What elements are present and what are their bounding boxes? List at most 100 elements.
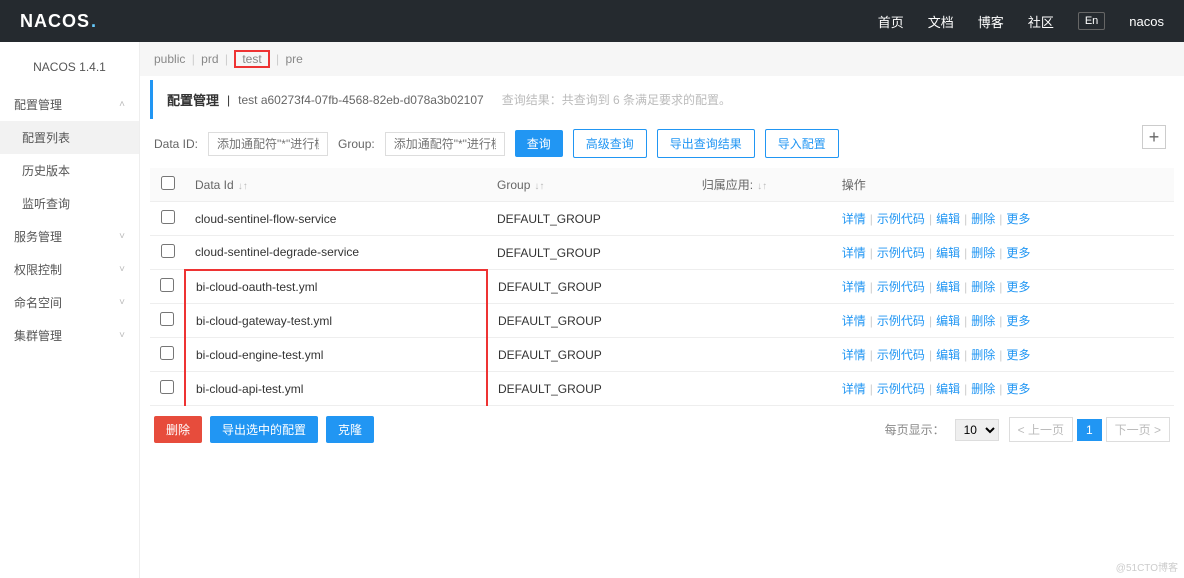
row-checkbox[interactable] [160, 278, 174, 292]
action-edit[interactable]: 编辑 [936, 246, 960, 260]
nav-docs[interactable]: 文档 [928, 12, 954, 31]
logo: NACOS. [20, 11, 97, 32]
cell-actions: 详情|示例代码|编辑|删除|更多 [832, 236, 1174, 270]
col-group[interactable]: Group↓↑ [487, 168, 692, 202]
chevron-icon: ˅ [119, 264, 125, 275]
nav-community[interactable]: 社区 [1028, 12, 1054, 31]
cell-group: DEFAULT_GROUP [487, 372, 692, 406]
sidebar-item-集群管理[interactable]: 集群管理˅ [0, 319, 139, 352]
table-row: bi-cloud-gateway-test.ymlDEFAULT_GROUP详情… [150, 304, 1174, 338]
action-more[interactable]: 更多 [1006, 246, 1030, 260]
action-detail[interactable]: 详情 [842, 246, 866, 260]
row-checkbox[interactable] [161, 244, 175, 258]
tab-test[interactable]: test [242, 52, 261, 66]
watermark: @51CTO博客 [1116, 559, 1178, 574]
action-more[interactable]: 更多 [1006, 212, 1030, 226]
nav-user[interactable]: nacos [1129, 14, 1164, 29]
action-delete[interactable]: 删除 [971, 246, 995, 260]
cell-app [692, 236, 832, 270]
action-more[interactable]: 更多 [1006, 348, 1030, 362]
clone-button[interactable]: 克隆 [326, 416, 374, 443]
cell-app [692, 304, 832, 338]
action-edit[interactable]: 编辑 [936, 212, 960, 226]
sidebar-subitem[interactable]: 配置列表 [0, 121, 139, 154]
group-label: Group: [338, 137, 375, 151]
action-more[interactable]: 更多 [1006, 382, 1030, 396]
table-row: cloud-sentinel-flow-serviceDEFAULT_GROUP… [150, 202, 1174, 236]
search-button[interactable]: 查询 [515, 130, 563, 157]
tab-public[interactable]: public [154, 52, 185, 66]
page-title: 配置管理 [167, 90, 219, 109]
table-row: bi-cloud-api-test.ymlDEFAULT_GROUP详情|示例代… [150, 372, 1174, 406]
sidebar-item-服务管理[interactable]: 服务管理˅ [0, 220, 139, 253]
action-edit[interactable]: 编辑 [936, 348, 960, 362]
action-delete[interactable]: 删除 [971, 382, 995, 396]
action-edit[interactable]: 编辑 [936, 382, 960, 396]
export-selected-button[interactable]: 导出选中的配置 [210, 416, 318, 443]
action-delete[interactable]: 删除 [971, 212, 995, 226]
row-checkbox[interactable] [161, 210, 175, 224]
sidebar-item-权限控制[interactable]: 权限控制˅ [0, 253, 139, 286]
action-sample[interactable]: 示例代码 [877, 246, 925, 260]
action-edit[interactable]: 编辑 [936, 280, 960, 294]
dataid-label: Data ID: [154, 137, 198, 151]
tab-pre[interactable]: pre [285, 52, 302, 66]
pagesize-select[interactable]: 10 [955, 419, 999, 441]
nav-blog[interactable]: 博客 [978, 12, 1004, 31]
sidebar-item-配置管理[interactable]: 配置管理˄ [0, 88, 139, 121]
action-delete[interactable]: 删除 [971, 314, 995, 328]
chevron-icon: ˅ [119, 330, 125, 341]
action-detail[interactable]: 详情 [842, 314, 866, 328]
lang-switch[interactable]: En [1078, 12, 1105, 30]
action-sample[interactable]: 示例代码 [877, 280, 925, 294]
prev-page-button[interactable]: < 上一页 [1009, 417, 1073, 442]
chevron-icon: ˅ [119, 231, 125, 242]
pagesize-label: 每页显示： [885, 421, 945, 438]
action-edit[interactable]: 编辑 [936, 314, 960, 328]
export-button[interactable]: 导出查询结果 [657, 129, 755, 158]
cell-actions: 详情|示例代码|编辑|删除|更多 [832, 338, 1174, 372]
cell-group: DEFAULT_GROUP [487, 202, 692, 236]
action-detail[interactable]: 详情 [842, 212, 866, 226]
sidebar-item-命名空间[interactable]: 命名空间˅ [0, 286, 139, 319]
action-delete[interactable]: 删除 [971, 348, 995, 362]
row-checkbox[interactable] [160, 380, 174, 394]
action-sample[interactable]: 示例代码 [877, 382, 925, 396]
cell-group: DEFAULT_GROUP [487, 338, 692, 372]
select-all-checkbox[interactable] [161, 176, 175, 190]
cell-app [692, 372, 832, 406]
sort-icon: ↓↑ [757, 181, 767, 192]
nav-home[interactable]: 首页 [878, 12, 904, 31]
action-detail[interactable]: 详情 [842, 348, 866, 362]
sidebar-subitem[interactable]: 历史版本 [0, 154, 139, 187]
table-footer: 删除 导出选中的配置 克隆 每页显示： 10 < 上一页 1 下一页 > [140, 406, 1184, 453]
action-delete[interactable]: 删除 [971, 280, 995, 294]
cell-group: DEFAULT_GROUP [487, 236, 692, 270]
delete-button[interactable]: 删除 [154, 416, 202, 443]
action-detail[interactable]: 详情 [842, 280, 866, 294]
action-sample[interactable]: 示例代码 [877, 348, 925, 362]
dataid-input[interactable] [208, 132, 328, 156]
advanced-button[interactable]: 高级查询 [573, 129, 647, 158]
row-checkbox[interactable] [160, 346, 174, 360]
page-number[interactable]: 1 [1077, 419, 1102, 441]
group-input[interactable] [385, 132, 505, 156]
action-sample[interactable]: 示例代码 [877, 314, 925, 328]
header-nav: 首页 文档 博客 社区 En nacos [878, 12, 1164, 31]
col-dataid[interactable]: Data Id↓↑ [185, 168, 487, 202]
add-config-button[interactable]: + [1142, 125, 1166, 149]
cell-group: DEFAULT_GROUP [487, 304, 692, 338]
col-app[interactable]: 归属应用:↓↑ [692, 168, 832, 202]
import-button[interactable]: 导入配置 [765, 129, 839, 158]
cell-app [692, 202, 832, 236]
row-checkbox[interactable] [160, 312, 174, 326]
action-more[interactable]: 更多 [1006, 280, 1030, 294]
action-sample[interactable]: 示例代码 [877, 212, 925, 226]
sidebar-subitem[interactable]: 监听查询 [0, 187, 139, 220]
tab-prd[interactable]: prd [201, 52, 218, 66]
table-row: cloud-sentinel-degrade-serviceDEFAULT_GR… [150, 236, 1174, 270]
action-more[interactable]: 更多 [1006, 314, 1030, 328]
next-page-button[interactable]: 下一页 > [1106, 417, 1170, 442]
action-detail[interactable]: 详情 [842, 382, 866, 396]
cell-actions: 详情|示例代码|编辑|删除|更多 [832, 202, 1174, 236]
